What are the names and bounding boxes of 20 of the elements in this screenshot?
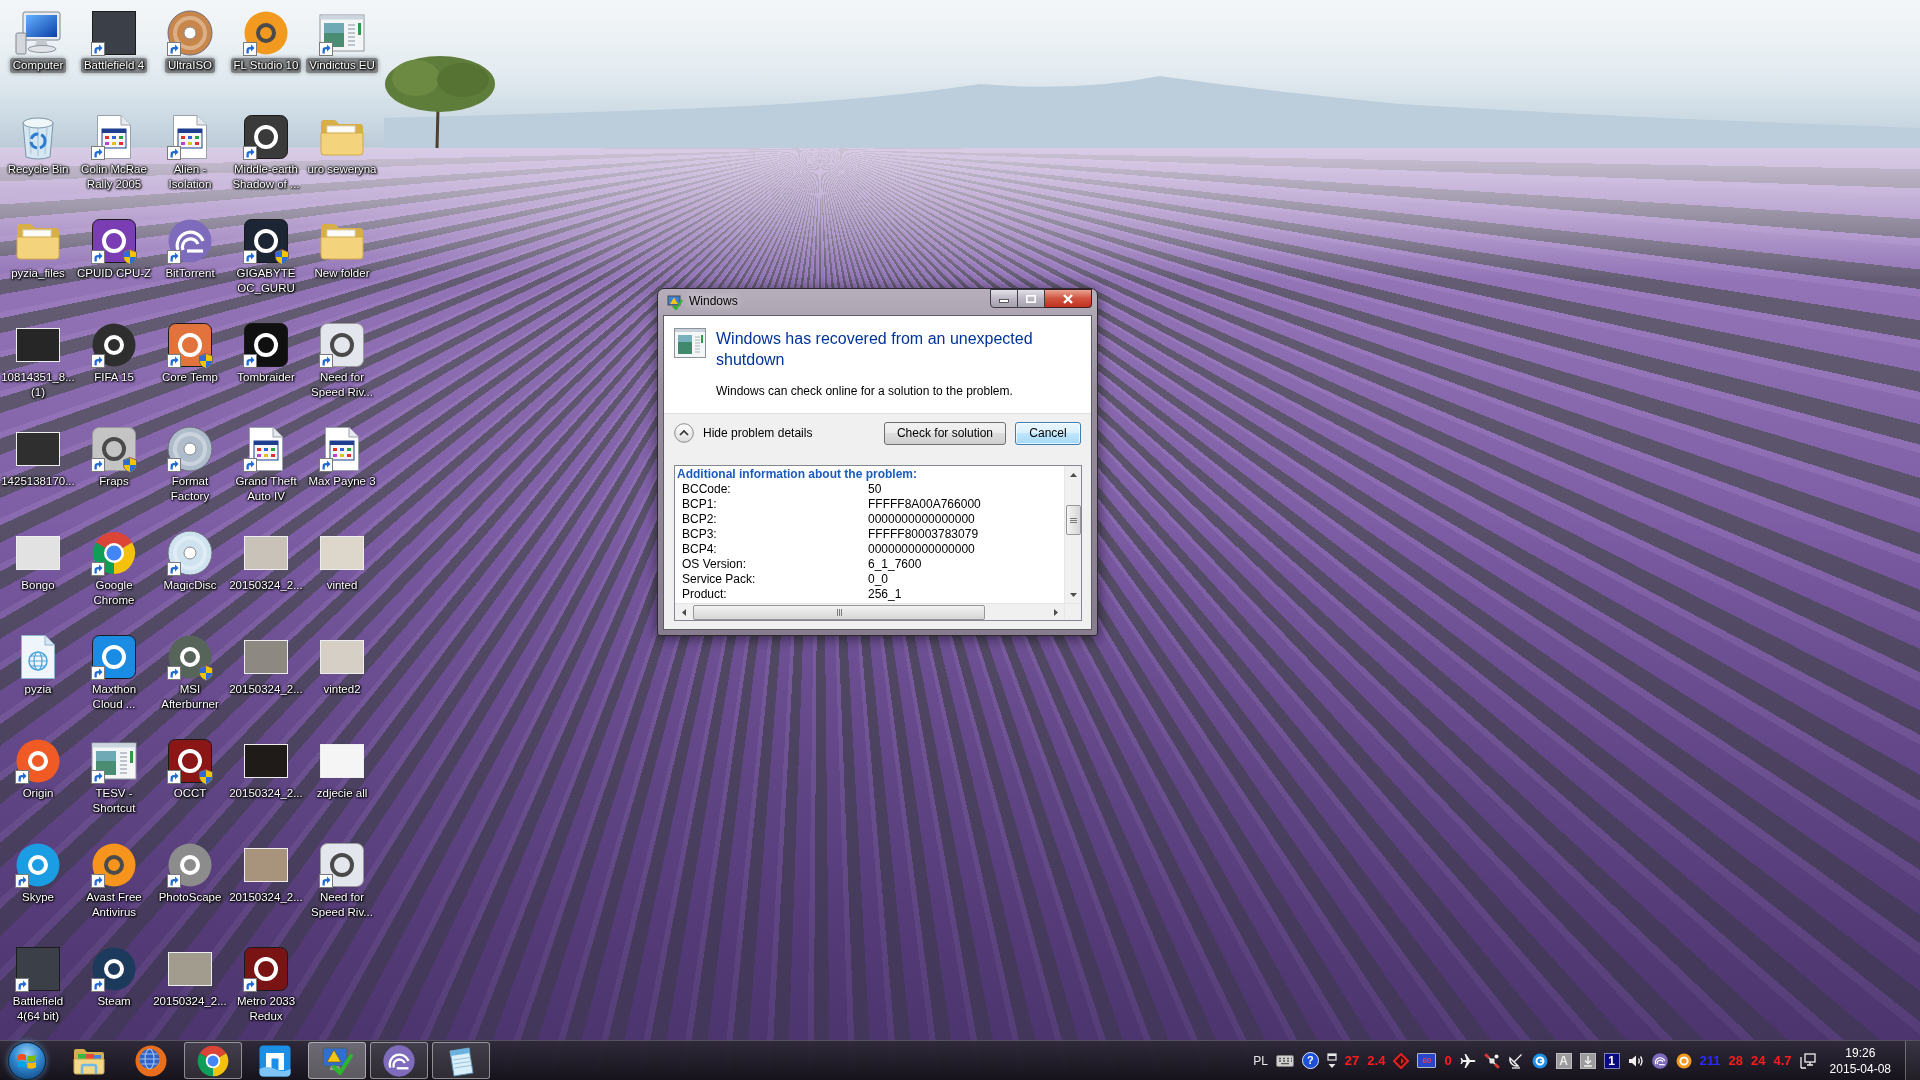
detail-label: BCP4: [682,542,717,557]
detail-value: 0000000000000000 [868,542,975,557]
detail-value: FFFFF80003783079 [868,527,979,542]
detail-value: 50 [868,482,882,497]
details-heading: Additional information about the problem: [677,467,918,482]
detail-value: 256_1 [868,587,902,602]
detail-label: BCP3: [682,527,717,542]
detail-label: Product: [682,587,727,602]
detail-label: Service Pack: [682,572,756,587]
detail-label: OS Version: [682,557,747,572]
detail-value: 0_0 [868,572,889,587]
detail-value: 6_1_7600 [868,557,922,572]
detail-label: BCP2: [682,512,717,527]
dialog-message: Windows can check online for a solution to the problem. [716,383,1014,399]
detail-label: BCCode: [682,482,731,497]
window-title: Windows [689,294,738,309]
dialog-heading: Windows has recovered from an unexpected shutdown [716,329,1034,370]
detail-value: FFFFF8A00A766000 [868,497,981,512]
detail-label: BCP1: [682,497,717,512]
detail-value: 0000000000000000 [868,512,975,527]
